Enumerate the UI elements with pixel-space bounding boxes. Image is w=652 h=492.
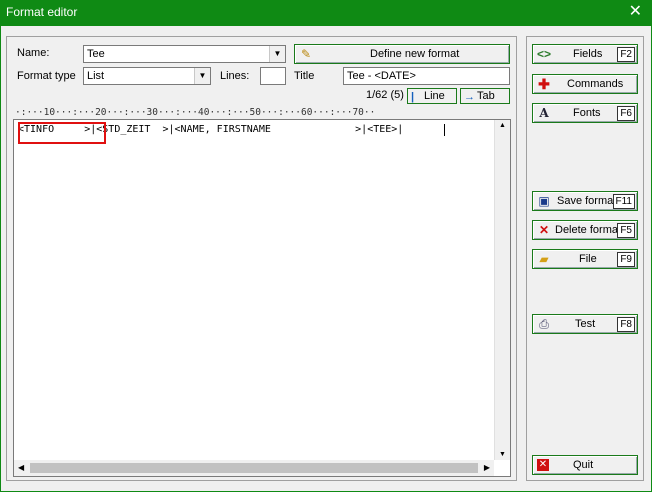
delete-format-key: F5 <box>617 223 635 238</box>
fonts-label: Fonts <box>573 107 601 119</box>
file-label: File <box>579 253 597 265</box>
title-label: Title <box>294 70 315 82</box>
tab-button[interactable]: → Tab <box>460 88 510 104</box>
chevron-down-icon[interactable]: ▼ <box>194 68 210 84</box>
quit-button[interactable]: ✕ Quit <box>532 455 638 475</box>
font-icon: A <box>539 106 549 120</box>
save-format-label: Save format <box>557 195 617 207</box>
scroll-right-icon[interactable]: ▶ <box>484 463 490 472</box>
save-format-key: F11 <box>612 194 635 209</box>
title-input[interactable]: Tee - <DATE> <box>343 67 510 85</box>
scroll-up-icon[interactable]: ▲ <box>499 122 506 129</box>
position-indicator: 1/62 (5) <box>366 89 404 101</box>
chevron-down-icon[interactable]: ▼ <box>269 46 285 62</box>
fonts-button[interactable]: A Fonts F6 <box>532 103 638 123</box>
window-title: Format editor <box>6 5 78 19</box>
scroll-left-icon[interactable]: ◀ <box>18 463 24 472</box>
fields-key: F2 <box>617 47 635 62</box>
fields-button[interactable]: <> Fields F2 <box>532 44 638 64</box>
scroll-down-icon[interactable]: ▼ <box>499 451 506 458</box>
title-value: Tee - <DATE> <box>347 70 416 82</box>
commands-plus-icon: ✚ <box>538 76 550 92</box>
format-panel: Name: Tee ▼ ✎ Define new format Format t… <box>6 36 517 481</box>
lines-input[interactable] <box>260 67 286 85</box>
lines-label: Lines: <box>220 70 250 82</box>
folder-icon: ▰ <box>539 252 549 266</box>
delete-format-button[interactable]: ✕ Delete forma F5 <box>532 220 638 240</box>
line-button[interactable]: | Line <box>407 88 457 104</box>
commands-label: Commands <box>567 78 624 90</box>
vertical-scrollbar[interactable]: ▲ ▼ <box>494 120 510 460</box>
define-new-format-label: Define new format <box>370 48 460 60</box>
scroll-thumb[interactable] <box>30 463 478 473</box>
tab-arrow-icon: → <box>464 91 475 103</box>
define-new-format-button[interactable]: ✎ Define new format <box>294 44 510 64</box>
file-key: F9 <box>617 252 635 267</box>
close-icon[interactable]: ✕ <box>629 3 642 21</box>
delete-format-label: Delete forma <box>555 224 618 236</box>
fields-icon: <> <box>536 47 551 61</box>
floppy-disk-icon: ▣ <box>538 194 550 208</box>
commands-button[interactable]: ✚ Commands <box>532 74 638 94</box>
quit-label: Quit <box>573 459 594 471</box>
name-value: Tee <box>87 48 105 60</box>
printer-icon: ⎙ <box>539 317 549 331</box>
column-ruler: ·:···10···:···20···:···30···:···40···:··… <box>15 107 376 118</box>
save-format-button[interactable]: ▣ Save format F11 <box>532 191 638 211</box>
magic-wand-icon: ✎ <box>300 47 312 61</box>
action-sidebar: <> Fields F2 ✚ Commands A Fonts F6 ▣ Sav… <box>526 36 644 481</box>
test-key: F8 <box>617 317 635 332</box>
format-type-value: List <box>87 70 105 82</box>
format-type-combobox[interactable]: List ▼ <box>83 67 211 85</box>
line-icon: | <box>411 91 415 103</box>
tab-button-label: Tab <box>477 90 495 102</box>
fonts-key: F6 <box>617 106 635 121</box>
delete-x-icon: ✕ <box>538 223 550 237</box>
quit-x-icon: ✕ <box>537 459 549 471</box>
format-editor-window: Format editor ✕ Name: Tee ▼ ✎ Define new… <box>0 0 652 492</box>
fields-label: Fields <box>573 48 603 60</box>
test-label: Test <box>575 318 596 330</box>
name-label: Name: <box>17 47 50 59</box>
text-cursor <box>444 124 445 136</box>
title-bar: Format editor ✕ <box>0 0 652 26</box>
line-button-label: Line <box>424 90 445 102</box>
horizontal-scrollbar[interactable]: ◀ ▶ <box>14 460 494 476</box>
file-button[interactable]: ▰ File F9 <box>532 249 638 269</box>
format-type-label: Format type <box>17 70 76 82</box>
highlight-box <box>18 122 106 144</box>
format-text-editor[interactable]: <TINFO >|<STD_ZEIT >|<NAME, FIRSTNAME >|… <box>13 119 511 477</box>
client-area: Name: Tee ▼ ✎ Define new format Format t… <box>1 26 651 491</box>
test-button[interactable]: ⎙ Test F8 <box>532 314 638 334</box>
name-combobox[interactable]: Tee ▼ <box>83 45 286 63</box>
